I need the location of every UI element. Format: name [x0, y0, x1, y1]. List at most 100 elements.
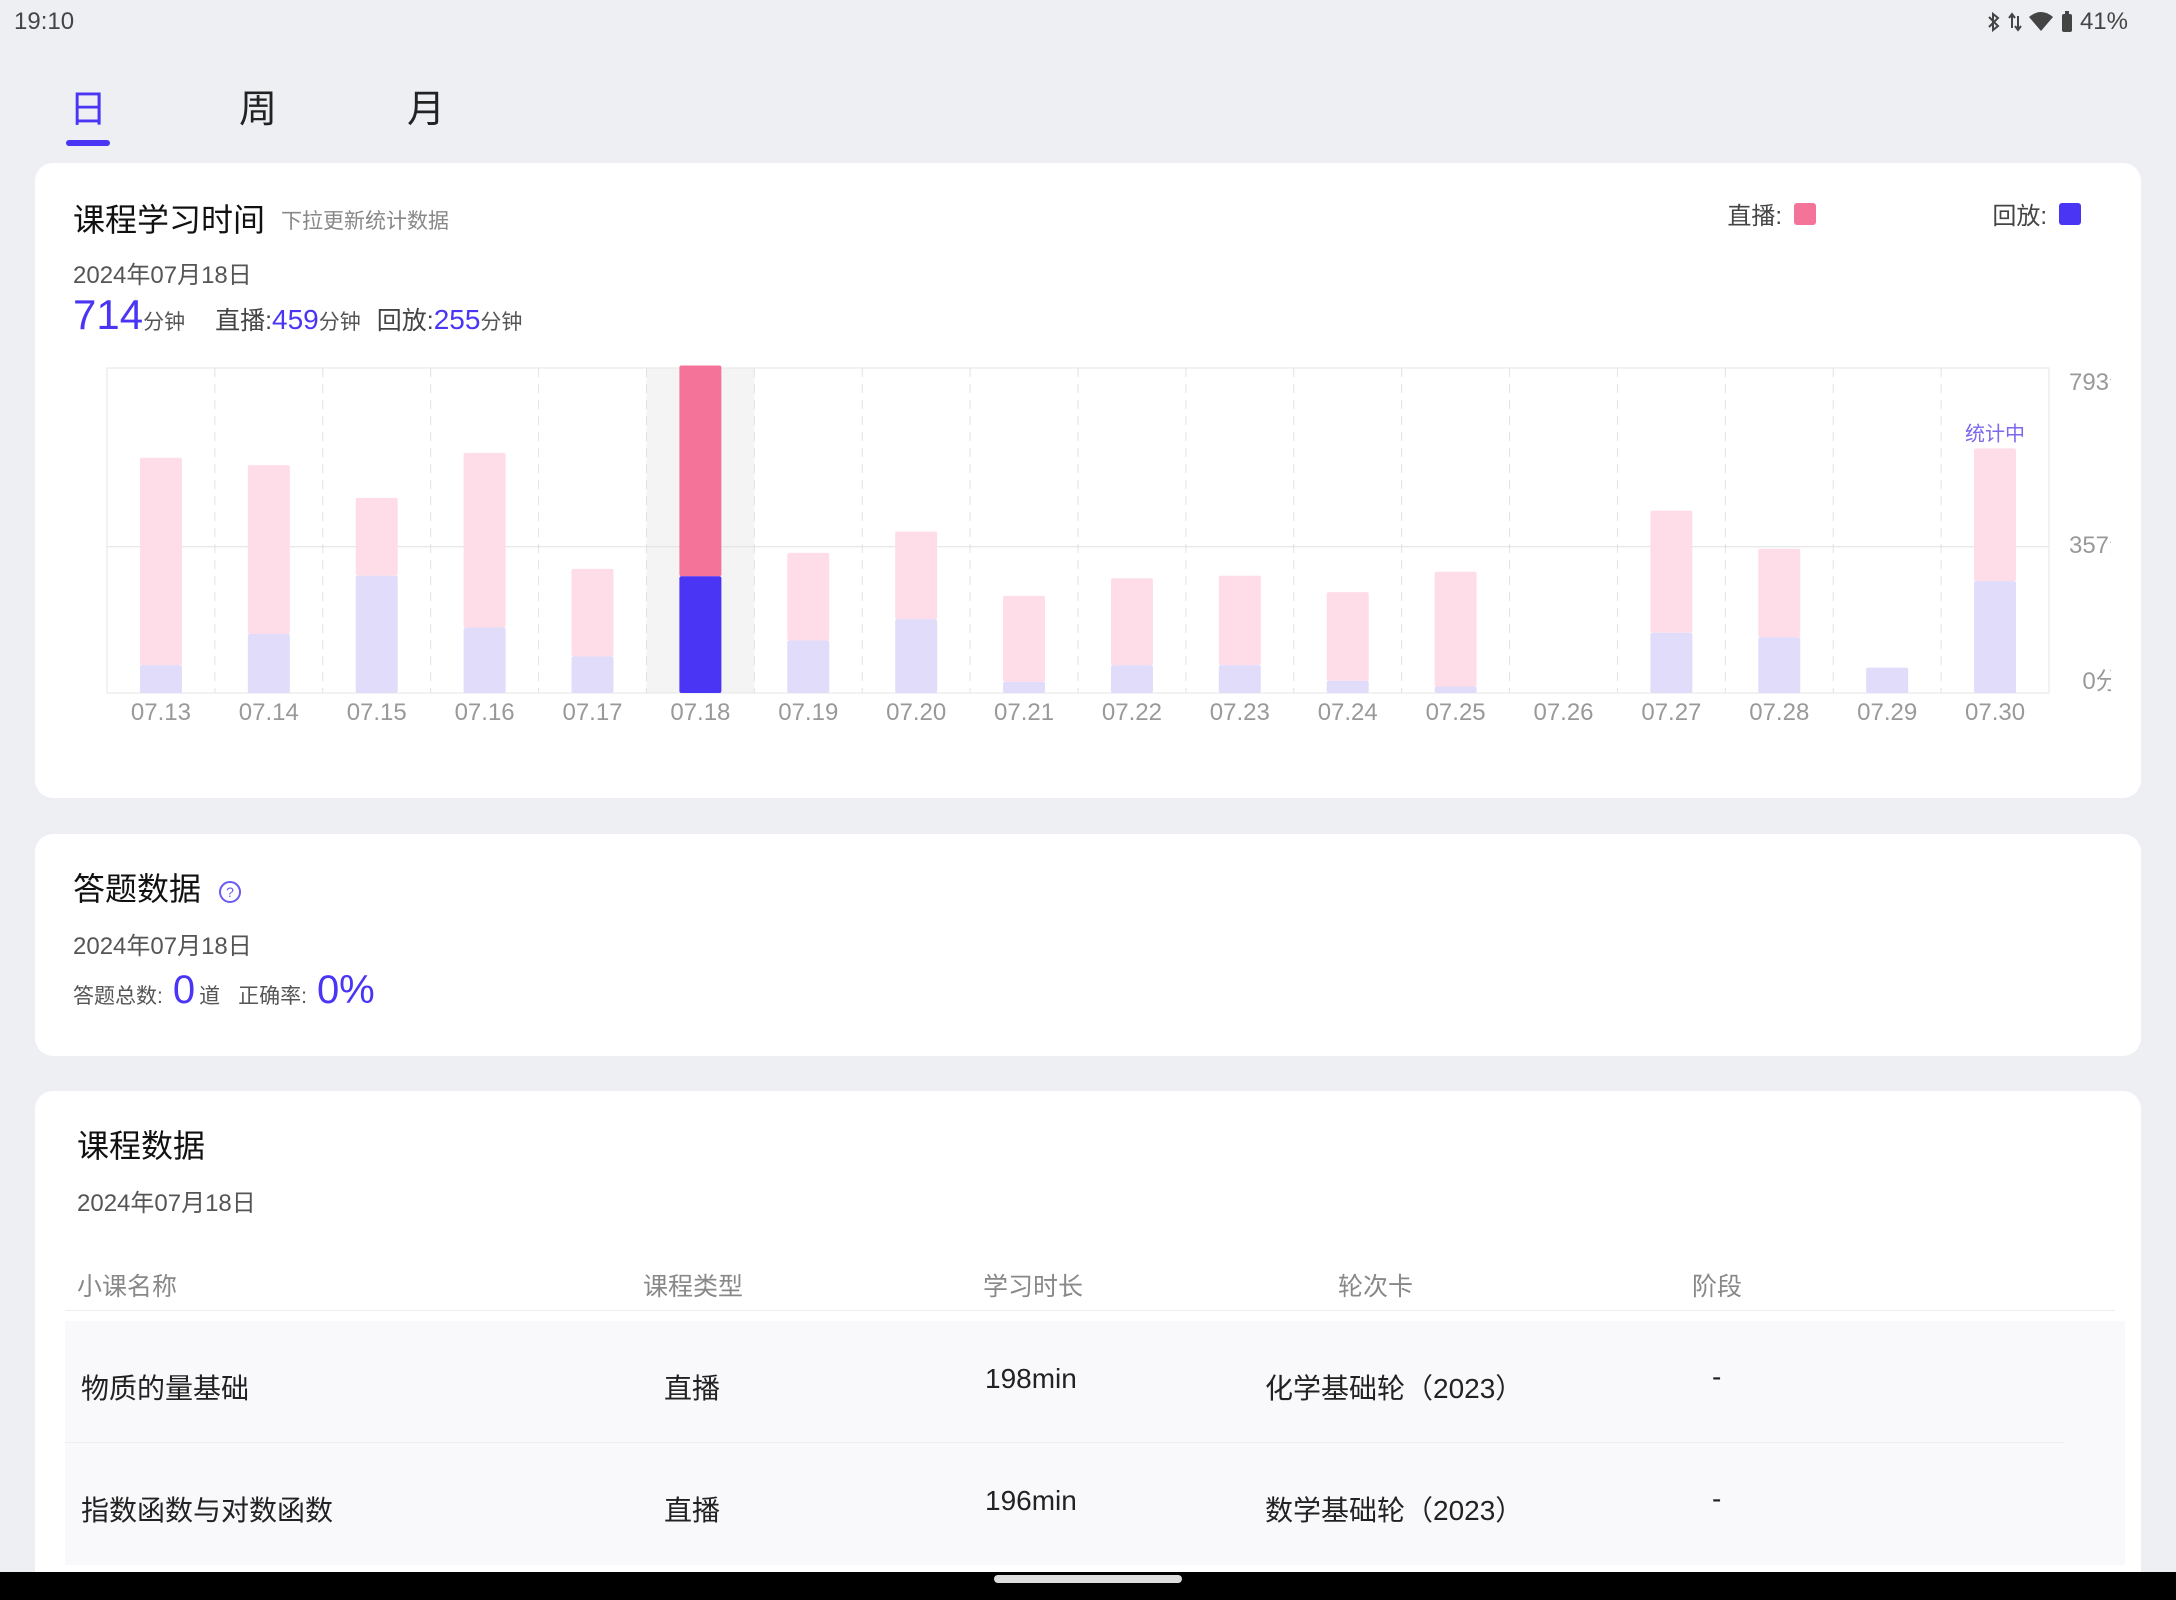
course-card: 课程数据 2024年07月18日 小课名称 课程类型 学习时长 轮次卡 阶段 物… [35, 1091, 2141, 1600]
quiz-date: 2024年07月18日 [73, 933, 252, 960]
header-course-type: 课程类型 [643, 1273, 744, 1301]
x-tick-label: 07.15 [347, 699, 407, 726]
bar-replay [1218, 665, 1261, 693]
bar-live [1003, 595, 1046, 682]
bar-live [247, 465, 290, 634]
course-round-card: 化学基础轮（2023） [1265, 1373, 1524, 1404]
bar-live [1650, 510, 1693, 633]
study-time-card: 课程学习时间 下拉更新统计数据 直播: 回放: 2024年07月18日 714 … [35, 163, 2141, 798]
course-duration: 196min [985, 1485, 1077, 1516]
tab-month[interactable]: 月 [396, 78, 456, 133]
table-row[interactable]: 指数函数与对数函数 直播 196min 数学基础轮（2023） - [65, 1443, 2125, 1565]
status-time: 19:10 [14, 8, 75, 35]
live-unit: 分钟 [318, 311, 361, 334]
bar-replay [463, 627, 506, 693]
status-bar: 19:10 41% [0, 0, 2176, 44]
bar-live [139, 457, 182, 666]
bar-live [679, 365, 722, 577]
x-tick-label: 07.27 [1641, 699, 1701, 726]
course-duration: 198min [985, 1363, 1077, 1394]
bar-replay [1110, 665, 1153, 693]
bar-live [787, 552, 830, 641]
tab-day[interactable]: 日 [58, 78, 118, 133]
bar-replay [895, 619, 938, 693]
quiz-total-label: 答题总数: [73, 985, 163, 1008]
table-row[interactable]: 物质的量基础 直播 198min 化学基础轮（2023） - [65, 1321, 2125, 1443]
course-round-card: 数学基础轮（2023） [1265, 1495, 1524, 1526]
replay-label: 回放: [376, 307, 434, 335]
quiz-accuracy-value: 0% [316, 968, 375, 1012]
x-tick-label: 07.19 [778, 699, 838, 726]
x-tick-label: 07.20 [886, 699, 946, 726]
course-table-header: 小课名称 课程类型 学习时长 轮次卡 阶段 [65, 1259, 2115, 1311]
x-tick-label: 07.23 [1210, 699, 1270, 726]
status-icons: 41% [1986, 8, 2128, 36]
home-gesture-handle[interactable] [994, 1575, 1182, 1583]
data-arrows-icon [2008, 12, 2022, 32]
bar-replay [1326, 680, 1369, 693]
legend-live: 直播: [1727, 196, 1816, 231]
bar-live [463, 452, 506, 628]
bar-replay [139, 665, 182, 693]
bar-replay [1003, 681, 1046, 693]
total-minutes: 714 [73, 291, 144, 338]
x-tick-label: 07.16 [455, 699, 515, 726]
legend-replay-label: 回放: [1992, 203, 2047, 230]
bar-replay [1758, 637, 1801, 693]
x-tick-label: 07.22 [1102, 699, 1162, 726]
x-tick-label: 07.18 [670, 699, 730, 726]
bar-live [1218, 575, 1261, 666]
x-tick-label: 07.25 [1426, 699, 1486, 726]
bar-live [571, 568, 614, 657]
quiz-card: 答题数据? 2024年07月18日 答题总数: 0 道 正确率: 0% [35, 834, 2141, 1056]
course-name: 指数函数与对数函数 [81, 1495, 334, 1526]
y-tick-label: 357分 [2069, 532, 2111, 559]
in-progress-label: 统计中 [1965, 422, 2025, 445]
x-tick-label: 07.26 [1533, 699, 1593, 726]
y-tick-label: 0分 [2082, 668, 2111, 695]
course-title: 课程数据 [77, 1128, 206, 1164]
bar-live [355, 497, 398, 576]
study-time-date: 2024年07月18日 [73, 262, 252, 289]
bar-live [1434, 571, 1477, 687]
legend-live-label: 直播: [1727, 203, 1782, 230]
x-tick-label: 07.28 [1749, 699, 1809, 726]
x-tick-label: 07.13 [131, 699, 191, 726]
quiz-total-value: 0 [172, 968, 196, 1012]
x-tick-label: 07.30 [1965, 699, 2025, 726]
battery-icon [2061, 11, 2072, 32]
header-round-card: 轮次卡 [1338, 1273, 1414, 1301]
bar-replay [679, 576, 722, 693]
bar-live [1974, 448, 2017, 582]
replay-unit: 分钟 [480, 311, 523, 334]
live-label: 直播: [215, 307, 273, 335]
bar-replay [787, 640, 830, 693]
bar-replay [1866, 667, 1909, 693]
bar-live [1326, 592, 1369, 681]
bar-replay [1434, 686, 1477, 693]
legend-live-swatch [1794, 202, 1816, 225]
bar-replay [355, 575, 398, 693]
bar-live [1110, 578, 1153, 666]
course-stage: - [1712, 1483, 1722, 1514]
bar-replay [1974, 581, 2017, 693]
x-tick-label: 07.21 [994, 699, 1054, 726]
bar-replay [1650, 632, 1693, 693]
bar-replay [247, 633, 290, 693]
quiz-title: 答题数据 [73, 871, 202, 907]
bar-live [895, 531, 938, 620]
course-stage: - [1712, 1361, 1722, 1392]
quiz-accuracy-label: 正确率: [238, 985, 307, 1008]
bar-replay [571, 656, 614, 693]
quiz-title-row: 答题数据? [73, 864, 242, 910]
study-time-chart[interactable]: 793分 357分 0分 07.13 07.14 07.15 07.16 07.17 07.18… [71, 353, 2111, 733]
help-icon[interactable]: ? [219, 880, 242, 903]
bar-live [1758, 548, 1801, 638]
header-stage: 阶段 [1692, 1273, 1743, 1301]
course-type: 直播 [664, 1373, 721, 1404]
x-tick-label: 07.24 [1318, 699, 1378, 726]
tab-week[interactable]: 周 [228, 78, 288, 133]
study-time-totals: 714 分钟 直播: 459 分钟 回放: 255 分钟 [73, 291, 522, 339]
study-time-subtitle: 下拉更新统计数据 [281, 210, 449, 233]
active-tab-indicator [66, 140, 110, 146]
